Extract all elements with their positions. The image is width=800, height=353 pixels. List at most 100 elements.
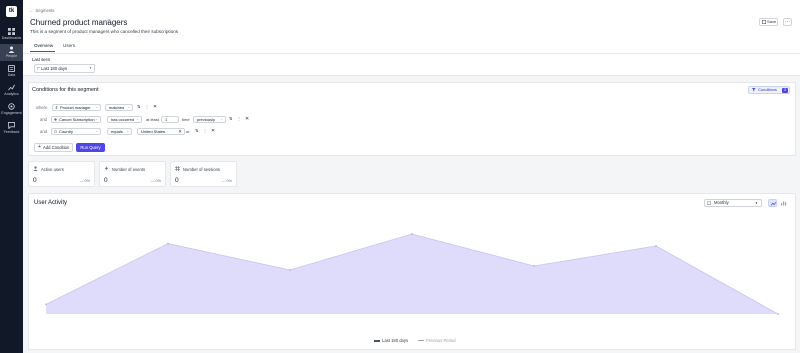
people-icon [8,46,15,53]
save-label: Save [767,19,777,24]
condition-prefix: where [36,105,48,110]
sidebar-item-dashboards[interactable]: Dashboards [0,26,23,43]
page-title: Churned product managers [30,18,128,27]
chevron-down-icon: ▼ [755,201,758,205]
grid-icon [8,28,15,35]
legend-label: Last 180 days [382,338,409,343]
sidebar-item-analytics[interactable]: Analytics [0,82,23,99]
operator-select[interactable]: matches ⌄ [105,104,133,111]
analytics-icon [8,84,15,91]
engagement-icon [8,103,15,110]
save-icon [762,20,766,24]
unit-text: time [182,117,190,122]
activity-point[interactable] [167,242,169,245]
activity-point[interactable] [411,233,413,235]
bar-chart-toggle[interactable] [779,199,788,207]
data-icon [8,65,15,72]
last-seen-value: Last 180 days [41,66,68,71]
last-seen-select[interactable]: Last 180 days ▼ [34,64,95,73]
page-header: ← Segments Churned product managers This… [23,0,800,54]
activity-point[interactable] [289,269,291,271]
activity-point[interactable] [45,303,47,306]
condition-prefix: and [40,129,47,134]
sort-icon[interactable]: ⇅ [195,128,198,133]
period-select[interactable]: Monthly ▼ [704,199,762,207]
property-select[interactable]: Country ⌄ [51,128,101,135]
property-select[interactable]: Product manager ⌄ [52,104,101,111]
kebab-menu-icon[interactable]: ⋮ [203,128,207,133]
users-icon [33,166,38,171]
legend-item-last-180-days[interactable]: Last 180 days [374,338,408,343]
breadcrumb[interactable]: ← Segments [29,8,54,13]
conditions-count: 3 [782,87,788,93]
tab-users[interactable]: Users [63,43,75,48]
remove-condition-icon[interactable]: ✕ [153,104,157,110]
app-logo[interactable]: tk [6,6,17,17]
count-value: 1 [165,117,168,122]
operator-select[interactable]: equals ⌄ [107,128,132,135]
stat-change: — 0% [150,179,161,183]
sidebar-item-label: Analytics [4,92,19,96]
period-value: Monthly [714,200,729,205]
sort-icon[interactable]: ⇅ [137,104,140,109]
sidebar-item-people[interactable]: People [0,44,23,61]
remove-condition-icon[interactable]: ✕ [245,116,249,122]
chevron-down-icon: ⌄ [126,129,129,133]
stat-label: Number of events [112,166,146,172]
sidebar-item-label: People [5,54,18,58]
activity-area [46,234,778,314]
country-value: United States [141,129,166,134]
plus-icon: + [38,144,41,150]
conditions-label: Conditions [758,87,777,92]
condition-prefix: and [40,117,47,122]
more-options-button[interactable]: ⋯ [783,18,792,26]
remove-condition-icon[interactable]: ✕ [211,128,215,134]
lightning-icon [104,166,109,171]
run-query-button[interactable]: Run Query [76,143,105,152]
tab-overview[interactable]: Overview [34,43,53,48]
chevron-down-icon: ⌄ [220,117,223,121]
activity-point[interactable] [533,265,535,267]
calendar-icon [36,66,40,70]
activity-point[interactable] [655,245,657,247]
qualifier-text: at least [146,117,159,122]
event-select[interactable]: Cancel Subscription ⌄ [51,116,101,123]
segment-description: This is a segment of product managers wh… [30,29,179,34]
conditions-panel [28,82,796,156]
conditions-toggle[interactable]: Conditions 3 [748,86,790,94]
legend-item-previous-period[interactable]: Previous Period [418,338,456,343]
sort-icon[interactable]: ⇅ [229,116,232,121]
sidebar-item-engagement[interactable]: Engagement [0,101,23,118]
stat-label: Number of sessions [183,166,221,172]
save-button[interactable]: Save [759,18,778,26]
kebab-menu-icon[interactable]: ⋮ [145,104,149,109]
value-select[interactable]: United States ✕ [137,128,185,135]
user-activity-chart [45,233,779,315]
activity-point[interactable] [777,313,779,315]
stat-card-sessions: Number of sessions 0 — 0% [170,161,237,187]
last-seen-label: Last seen [32,57,51,62]
breadcrumb-segments[interactable]: Segments [36,8,55,13]
sidebar-item-feedback[interactable]: Feedback [0,120,23,137]
main-content: ← Segments Churned product managers This… [23,0,800,353]
line-chart-toggle[interactable] [768,199,777,207]
feedback-icon [8,122,15,129]
pencil-icon[interactable] [105,18,111,24]
sidebar-item-label: Feedback [3,130,20,134]
stat-value: 0 [33,177,37,184]
filter-icon [752,88,756,92]
kebab-menu-icon[interactable]: ⋮ [237,116,241,121]
back-arrow-icon[interactable]: ← [29,8,33,13]
calendar-icon [707,201,711,205]
add-condition-button[interactable]: + Add Condition [34,143,73,152]
operator-value: matches [109,105,125,110]
conditions-title: Conditions for this segment [32,87,99,93]
sidebar-item-data[interactable]: Data [0,63,23,80]
hash-icon [175,166,180,171]
count-input[interactable]: 1 [161,116,179,123]
clear-icon[interactable]: ✕ [178,129,182,134]
period-select[interactable]: previously ⌄ [193,116,226,123]
sidebar-item-label: Engagement [1,111,22,115]
occurrence-select[interactable]: has occurred ⌄ [107,116,142,123]
occurrence-value: has occurred [111,117,135,122]
